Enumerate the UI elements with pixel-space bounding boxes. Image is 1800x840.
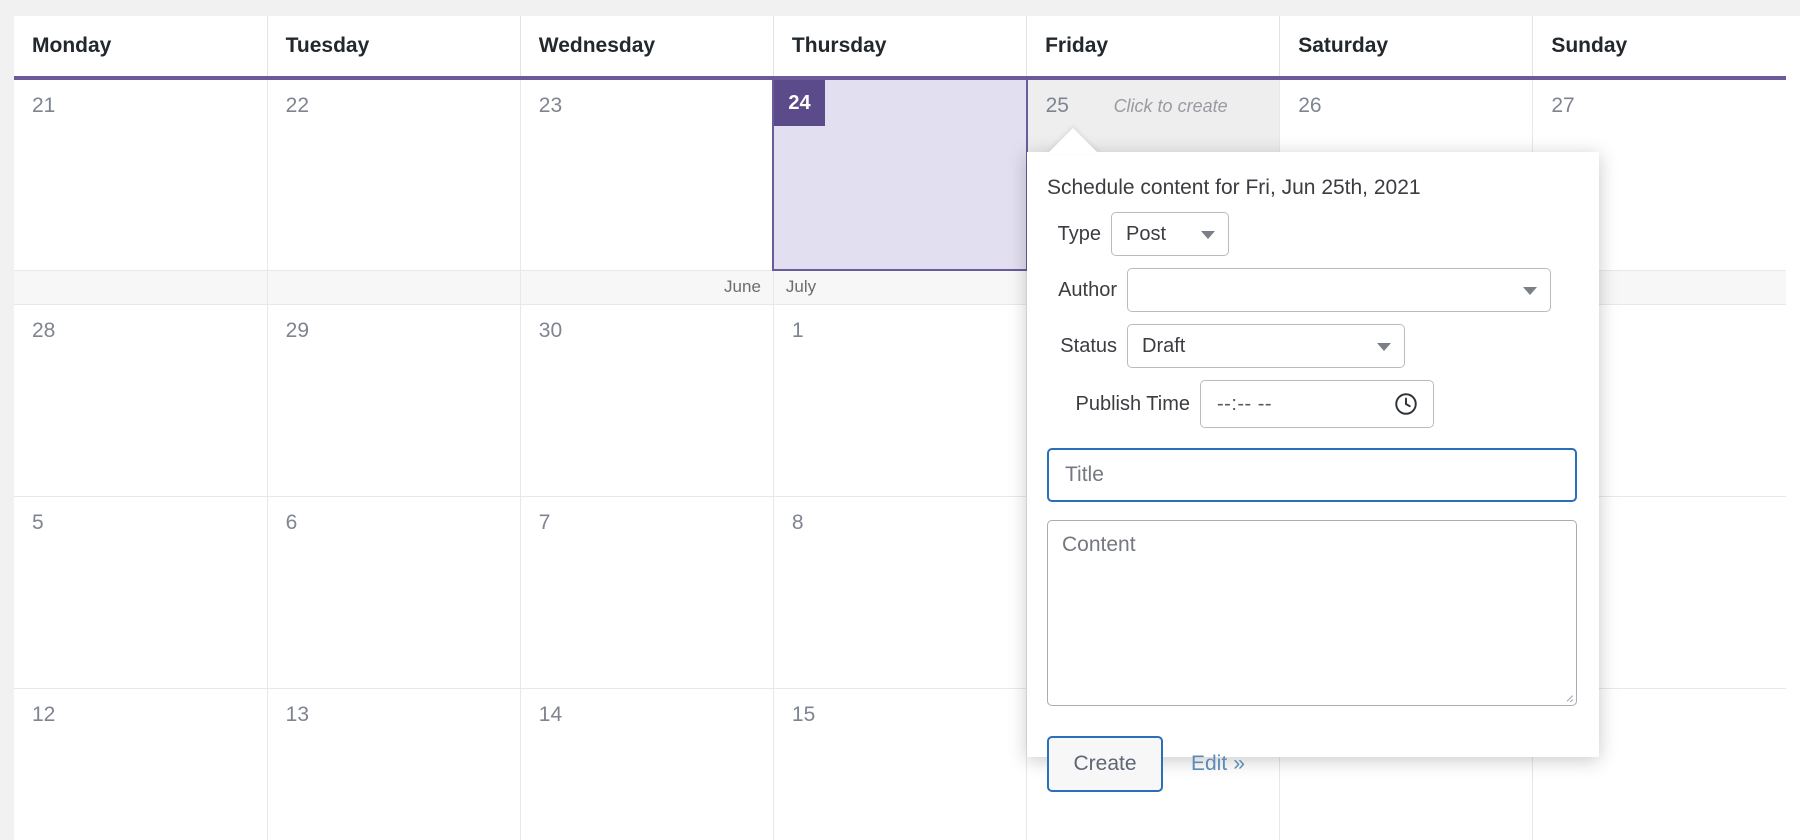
- content-textarea[interactable]: Content: [1047, 520, 1577, 706]
- title-input-placeholder: Title: [1065, 463, 1104, 486]
- day-cell[interactable]: 13: [267, 688, 521, 840]
- day-number: 15: [791, 702, 816, 726]
- author-field-row: Author: [1027, 268, 1599, 312]
- day-number: 1: [791, 318, 804, 342]
- calendar-screen: Monday Tuesday Wednesday Thursday Friday…: [0, 0, 1800, 840]
- day-cell[interactable]: 21: [14, 78, 268, 271]
- weekday-header-tuesday: Tuesday: [267, 16, 521, 80]
- create-button-label: Create: [1073, 752, 1137, 775]
- day-cell[interactable]: 15: [773, 688, 1028, 840]
- status-field-row: Status Draft: [1027, 324, 1599, 368]
- weekday-header-monday: Monday: [14, 16, 268, 80]
- click-to-create-hint: Click to create: [1113, 96, 1228, 116]
- type-label: Type: [1057, 222, 1101, 245]
- double-chevron-right-icon: »: [1233, 752, 1245, 775]
- weekday-header-saturday: Saturday: [1279, 16, 1534, 80]
- day-number: 23: [538, 94, 563, 117]
- day-number: 28: [32, 318, 56, 342]
- day-number: 22: [285, 94, 309, 117]
- day-number: 30: [538, 318, 563, 342]
- weekday-header-thursday: Thursday: [773, 16, 1028, 80]
- type-select-value: Post: [1126, 222, 1167, 245]
- day-number: 27: [1551, 94, 1575, 117]
- status-label: Status: [1060, 334, 1117, 357]
- day-number: 26: [1298, 94, 1322, 117]
- day-cell[interactable]: 1: [773, 304, 1028, 497]
- popover-title: Schedule content for Fri, Jun 25th, 2021: [1047, 176, 1421, 199]
- day-cell[interactable]: 30: [520, 304, 774, 497]
- status-select-value: Draft: [1142, 334, 1186, 357]
- clock-icon[interactable]: [1393, 391, 1419, 423]
- day-cell[interactable]: 14: [520, 688, 774, 840]
- resize-handle-icon[interactable]: [1559, 688, 1573, 702]
- edit-link[interactable]: Edit»: [1191, 752, 1245, 776]
- day-number: 6: [285, 510, 298, 534]
- day-number-badge: 24: [774, 80, 825, 126]
- day-number: 12: [32, 702, 56, 726]
- edit-link-label: Edit: [1191, 752, 1228, 775]
- day-cell[interactable]: 7: [520, 496, 774, 689]
- schedule-content-popover: Schedule content for Fri, Jun 25th, 2021…: [1027, 152, 1599, 792]
- month-divider-cell: [14, 269, 268, 305]
- title-input[interactable]: Title: [1047, 448, 1577, 502]
- publish-time-input[interactable]: --:-- --: [1200, 380, 1434, 428]
- month-divider-cell: [267, 269, 521, 305]
- weekday-header-friday: Friday: [1026, 16, 1281, 80]
- weekday-header-wednesday: Wednesday: [520, 16, 774, 80]
- day-number: 13: [285, 702, 309, 726]
- day-cell[interactable]: 5: [14, 496, 268, 689]
- day-number: 7: [538, 510, 551, 534]
- weekday-header-row: Monday Tuesday Wednesday Thursday Friday…: [14, 16, 1786, 80]
- type-select[interactable]: Post: [1111, 212, 1229, 256]
- publish-time-label: Publish Time: [1075, 392, 1191, 415]
- day-cell[interactable]: 12: [14, 688, 268, 840]
- day-cell[interactable]: 22: [267, 78, 521, 271]
- day-number: 29: [285, 318, 309, 342]
- calendar-header: Monday Tuesday Wednesday Thursday Friday…: [14, 16, 1786, 80]
- day-cell[interactable]: 23: [520, 78, 774, 271]
- publish-time-value: --:-- --: [1217, 392, 1273, 415]
- day-cell[interactable]: 6: [267, 496, 521, 689]
- popover-arrow: [1047, 128, 1099, 154]
- author-label: Author: [1058, 278, 1117, 301]
- status-select[interactable]: Draft: [1127, 324, 1405, 368]
- create-button[interactable]: Create: [1047, 736, 1163, 792]
- type-field-row: Type Post: [1027, 212, 1599, 256]
- content-textarea-placeholder: Content: [1062, 533, 1136, 556]
- day-number: 14: [538, 702, 563, 726]
- author-select[interactable]: [1127, 268, 1551, 312]
- day-cell-selected[interactable]: 24: [772, 77, 1028, 271]
- day-cell[interactable]: 28: [14, 304, 268, 497]
- day-number: 5: [32, 510, 44, 534]
- month-label-next: July: [773, 269, 1028, 305]
- day-cell[interactable]: 8: [773, 496, 1028, 689]
- chevron-down-icon: [1377, 343, 1391, 351]
- popover-actions: Create Edit»: [1047, 736, 1599, 792]
- month-label-previous: June: [520, 269, 774, 305]
- day-number: 21: [32, 94, 56, 117]
- chevron-down-icon: [1201, 231, 1215, 239]
- publish-time-field-row: Publish Time --:-- --: [1027, 380, 1599, 428]
- chevron-down-icon: [1523, 287, 1537, 295]
- day-number: 8: [791, 510, 804, 534]
- weekday-header-sunday: Sunday: [1532, 16, 1786, 80]
- day-cell[interactable]: 29: [267, 304, 521, 497]
- day-number: 25: [1045, 94, 1069, 117]
